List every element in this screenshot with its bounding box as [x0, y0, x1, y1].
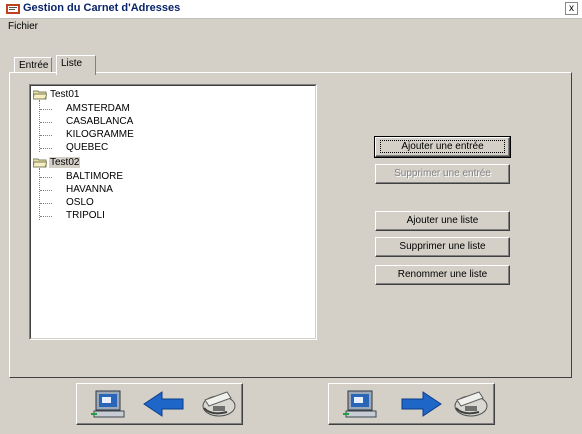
- next-button[interactable]: [328, 383, 495, 425]
- folder-open-icon: [33, 90, 47, 100]
- computer-icon: [91, 390, 125, 418]
- address-book-icon: [6, 4, 20, 14]
- tab-liste[interactable]: Liste: [56, 55, 96, 75]
- previous-button[interactable]: [76, 383, 243, 425]
- arrow-left-icon: [143, 391, 184, 417]
- tree-entry[interactable]: BALTIMORE: [66, 171, 123, 182]
- tree-group-test01[interactable]: Test01: [50, 89, 79, 100]
- remove-entry-button[interactable]: Supprimer une entrée: [375, 164, 510, 184]
- arrow-right-icon: [401, 391, 442, 417]
- rename-list-button[interactable]: Renommer une liste: [375, 265, 510, 285]
- menu-fichier[interactable]: Fichier: [8, 21, 38, 32]
- window-title: Gestion du Carnet d'Adresses: [23, 2, 181, 14]
- fax-icon: [202, 391, 236, 417]
- add-entry-label: Ajouter une entrée: [380, 140, 505, 153]
- computer-icon: [343, 390, 377, 418]
- remove-list-button[interactable]: Supprimer une liste: [375, 237, 510, 257]
- tree-entry[interactable]: TRIPOLI: [66, 210, 105, 221]
- folder-open-icon: [33, 158, 47, 168]
- tree-entry[interactable]: HAVANNA: [66, 184, 113, 195]
- fax-icon: [454, 391, 488, 417]
- menu-bar: Fichier: [0, 19, 582, 35]
- add-entry-button[interactable]: Ajouter une entrée: [374, 136, 511, 158]
- tree-entry[interactable]: OSLO: [66, 197, 94, 208]
- add-list-button[interactable]: Ajouter une liste: [375, 211, 510, 231]
- tab-entree[interactable]: Entrée: [14, 57, 52, 73]
- tree-entry[interactable]: AMSTERDAM: [66, 103, 130, 114]
- tree-entry[interactable]: KILOGRAMME: [66, 129, 134, 140]
- close-button[interactable]: x: [565, 2, 578, 15]
- tree-entry[interactable]: QUEBEC: [66, 142, 108, 153]
- tree-group-test02[interactable]: Test02: [49, 157, 81, 168]
- title-bar: Gestion du Carnet d'Adresses x: [0, 0, 582, 19]
- tree-entry[interactable]: CASABLANCA: [66, 116, 133, 127]
- address-list-tree[interactable]: Test01 AMSTERDAM CASABLANCA KILOGRAMME Q…: [29, 84, 317, 340]
